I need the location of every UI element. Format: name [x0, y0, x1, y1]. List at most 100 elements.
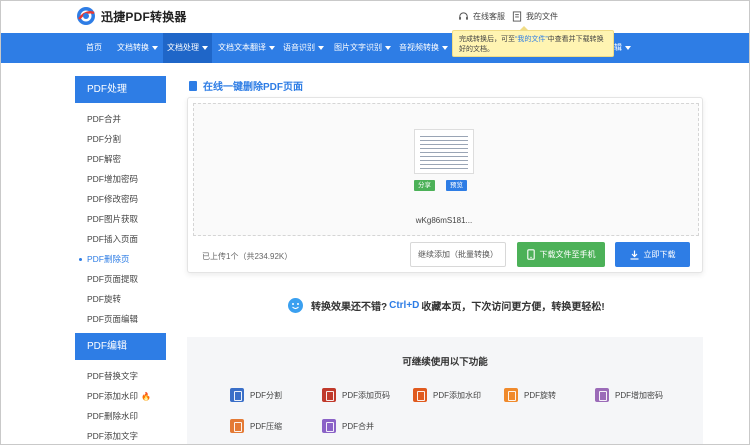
- my-files-tooltip: 完成转换后，可至“我的文件”中查看并下载转换好的文档。: [452, 26, 614, 57]
- sidebar-item-pdf-extract-images[interactable]: PDF图片获取: [75, 209, 166, 229]
- pdf-rotate-icon: [504, 388, 518, 402]
- button-label: 继续添加（批量转换）: [418, 250, 498, 259]
- sidebar-item-pdf-add-text[interactable]: PDF添加文字: [75, 426, 166, 445]
- sidebar-item-label: PDF添加水印: [87, 391, 139, 401]
- sidebar-item-pdf-add-password[interactable]: PDF增加密码: [75, 169, 166, 189]
- chevron-down-icon: [385, 45, 391, 50]
- upload-info: 已上传1个（共234.92K）: [202, 252, 293, 261]
- phone-icon: [526, 249, 535, 260]
- nav-item-doc-convert[interactable]: 文档转换: [117, 33, 158, 63]
- tip-shortcut: Ctrl+D: [389, 300, 420, 311]
- more-features: 可继续使用以下功能 PDF分割 PDF添加页码 PDF添加水印 PDF旋转 PD…: [187, 337, 703, 445]
- nav-label: 图片文字识别: [334, 43, 382, 52]
- feature-label: PDF压缩: [250, 421, 282, 431]
- nav-item-speech[interactable]: 语音识别: [283, 33, 324, 63]
- sidebar-item-pdf-page-edit[interactable]: PDF页面编辑: [75, 309, 166, 329]
- nav-label: 音视频转换: [399, 43, 439, 52]
- nav-label: 文档处理: [167, 43, 199, 52]
- nav-item-translate[interactable]: 文档文本翻译: [218, 33, 275, 63]
- feature-pdf-add-watermark[interactable]: PDF添加水印: [413, 388, 481, 402]
- download-to-phone-button[interactable]: 下载文件至手机: [517, 242, 605, 267]
- sidebar-section-title: PDF处理: [75, 76, 166, 103]
- nav-label: 文档转换: [117, 43, 149, 52]
- nav-item-edit[interactable]: 辑: [614, 33, 631, 63]
- download-icon: [630, 250, 638, 260]
- tooltip-link[interactable]: “我的文件”: [515, 36, 548, 43]
- support-label: 在线客服: [473, 12, 505, 21]
- sidebar-item-pdf-add-watermark[interactable]: PDF添加水印 🔥: [75, 386, 166, 406]
- nav-item-ocr[interactable]: 图片文字识别: [334, 33, 391, 63]
- more-features-title: 可继续使用以下功能: [402, 357, 488, 368]
- page-title-text: 在线一键删除PDF页面: [203, 82, 303, 93]
- sidebar-item-pdf-split[interactable]: PDF分割: [75, 129, 166, 149]
- feature-pdf-merge[interactable]: PDF合并: [322, 419, 374, 433]
- chevron-down-icon: [202, 45, 208, 50]
- file-name: wKg86mS181...: [415, 216, 473, 225]
- feature-label: PDF添加水印: [433, 390, 481, 400]
- nav-label: 语音识别: [283, 43, 315, 52]
- page-title: 在线一键删除PDF页面: [189, 78, 303, 93]
- chevron-down-icon: [318, 45, 324, 50]
- nav-label: 首页: [86, 43, 102, 52]
- feature-label: PDF分割: [250, 390, 282, 400]
- feature-pdf-add-password[interactable]: PDF增加密码: [595, 388, 663, 402]
- sidebar-list: PDF替换文字 PDF添加水印 🔥 PDF删除水印 PDF添加文字: [75, 360, 166, 445]
- tooltip-text: 完成转换后，可至: [459, 36, 515, 43]
- sidebar-item-pdf-insert-page[interactable]: PDF插入页面: [75, 229, 166, 249]
- support-link[interactable]: 在线客服: [458, 11, 505, 22]
- document-icon: [189, 80, 197, 91]
- main-nav: 首页 文档转换 文档处理 文档文本翻译 语音识别 图片文字识别 音视频转换 辑: [0, 33, 750, 63]
- pdf-merge-icon: [322, 419, 336, 433]
- my-files-label: 我的文件: [526, 12, 558, 21]
- sidebar: PDF处理 PDF合并 PDF分割 PDF解密 PDF增加密码 PDF修改密码 …: [75, 76, 166, 445]
- lock-icon: [595, 388, 609, 402]
- sidebar-item-pdf-extract-page[interactable]: PDF页面提取: [75, 269, 166, 289]
- feature-label: PDF合并: [342, 421, 374, 431]
- continue-add-button[interactable]: 继续添加（批量转换）: [410, 242, 506, 267]
- sidebar-item-pdf-decrypt[interactable]: PDF解密: [75, 149, 166, 169]
- logo-icon: [77, 7, 95, 25]
- logo[interactable]: 迅捷PDF转换器: [76, 6, 187, 26]
- sidebar-item-pdf-delete-page[interactable]: PDF删除页: [75, 249, 166, 269]
- fire-icon: 🔥: [141, 392, 151, 401]
- feature-label: PDF添加页码: [342, 390, 390, 400]
- pdf-compress-icon: [230, 419, 244, 433]
- feature-label: PDF增加密码: [615, 390, 663, 400]
- file-thumbnail[interactable]: [414, 129, 474, 174]
- smile-icon: [288, 298, 303, 313]
- nav-item-doc-process[interactable]: 文档处理: [163, 33, 212, 63]
- download-now-button[interactable]: 立即下载: [615, 242, 690, 267]
- nav-label: 文档文本翻译: [218, 43, 266, 52]
- tip-text: 转换效果还不错?: [311, 302, 388, 313]
- sidebar-item-pdf-remove-watermark[interactable]: PDF删除水印: [75, 406, 166, 426]
- share-button[interactable]: 分享: [414, 180, 435, 191]
- feature-pdf-rotate[interactable]: PDF旋转: [504, 388, 556, 402]
- nav-label: 辑: [614, 43, 622, 52]
- my-files-link[interactable]: 我的文件: [512, 11, 558, 22]
- file-icon: [512, 11, 522, 22]
- sidebar-item-pdf-replace-text[interactable]: PDF替换文字: [75, 366, 166, 386]
- sidebar-section-title: PDF编辑: [75, 333, 166, 360]
- sidebar-item-pdf-change-password[interactable]: PDF修改密码: [75, 189, 166, 209]
- feature-pdf-split[interactable]: PDF分割: [230, 388, 282, 402]
- nav-item-av-convert[interactable]: 音视频转换: [399, 33, 448, 63]
- button-label: 立即下载: [643, 250, 676, 259]
- feature-label: PDF旋转: [524, 390, 556, 400]
- header: 迅捷PDF转换器 在线客服 我的文件: [0, 0, 750, 33]
- headset-icon: [459, 12, 468, 20]
- preview-button[interactable]: 预览: [446, 180, 467, 191]
- tip-text: 收藏本页，下次访问更方便，转换更轻松!: [421, 302, 605, 313]
- chevron-down-icon: [269, 45, 275, 50]
- bookmark-tip: 转换效果还不错? Ctrl+D 收藏本页，下次访问更方便，转换更轻松!: [288, 298, 605, 313]
- drop-area[interactable]: 分享 预览 wKg86mS181...: [193, 103, 699, 236]
- upload-card: 分享 预览 wKg86mS181... 已上传1个（共234.92K） 继续添加…: [187, 97, 703, 273]
- chevron-down-icon: [442, 45, 448, 50]
- sidebar-item-pdf-merge[interactable]: PDF合并: [75, 109, 166, 129]
- pdf-page-number-icon: [322, 388, 336, 402]
- nav-item-home[interactable]: 首页: [86, 33, 102, 63]
- app-name: 迅捷PDF转换器: [101, 9, 187, 24]
- sidebar-item-pdf-rotate[interactable]: PDF旋转: [75, 289, 166, 309]
- feature-pdf-compress[interactable]: PDF压缩: [230, 419, 282, 433]
- sidebar-list: PDF合并 PDF分割 PDF解密 PDF增加密码 PDF修改密码 PDF图片获…: [75, 103, 166, 333]
- feature-pdf-add-page-number[interactable]: PDF添加页码: [322, 388, 390, 402]
